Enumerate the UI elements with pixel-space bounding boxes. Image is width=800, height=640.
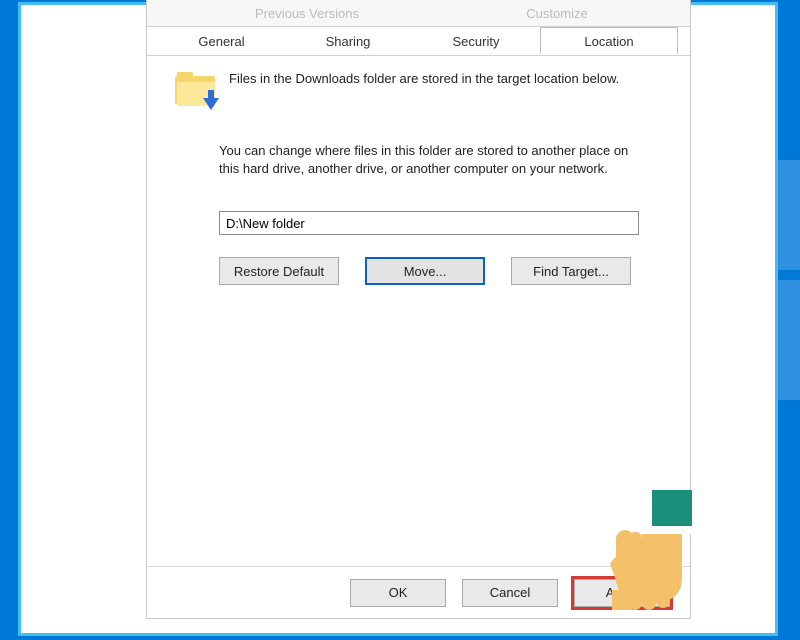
tab-general[interactable]: General <box>159 27 284 54</box>
screenshot-frame: Previous Versions Customize General Shar… <box>18 2 778 636</box>
tab-row-2: General Sharing Security Location <box>147 27 690 56</box>
restore-default-button[interactable]: Restore Default <box>219 257 339 285</box>
tab-row-1: Previous Versions Customize <box>147 0 690 27</box>
location-button-row: Restore Default Move... Find Target... <box>219 257 678 285</box>
tab-location-active[interactable]: Location <box>540 27 678 54</box>
move-button[interactable]: Move... <box>365 257 485 285</box>
intro-text: Files in the Downloads folder are stored… <box>229 70 619 106</box>
location-tab-content: Files in the Downloads folder are stored… <box>159 58 678 558</box>
find-target-button[interactable]: Find Target... <box>511 257 631 285</box>
tab-security[interactable]: Security <box>412 27 540 54</box>
tab-previous-versions[interactable]: Previous Versions <box>207 0 407 25</box>
detail-text: You can change where files in this folde… <box>219 142 639 177</box>
cancel-button[interactable]: Cancel <box>462 579 558 607</box>
tab-customize[interactable]: Customize <box>467 0 647 25</box>
tab-sharing[interactable]: Sharing <box>284 27 412 54</box>
downloads-folder-icon <box>175 72 215 106</box>
ok-button[interactable]: OK <box>350 579 446 607</box>
intro-row: Files in the Downloads folder are stored… <box>175 70 678 106</box>
apply-button[interactable]: Apply <box>574 579 670 607</box>
folder-properties-dialog: Previous Versions Customize General Shar… <box>146 0 691 619</box>
dialog-bottom-bar: OK Cancel Apply <box>147 566 690 618</box>
location-path-input[interactable] <box>219 211 639 235</box>
